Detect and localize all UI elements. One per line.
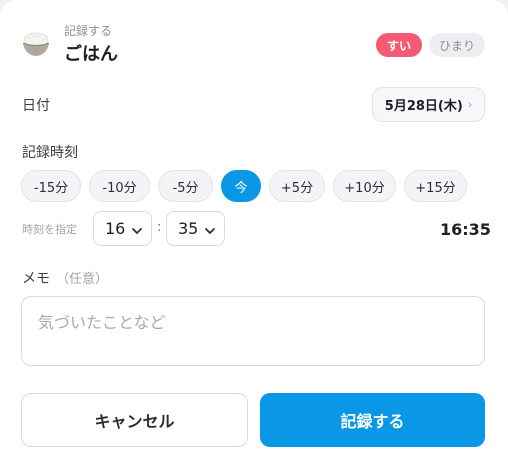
person-toggle-himari[interactable]: ひまり <box>429 33 485 57</box>
chevron-right-icon: › <box>467 98 473 111</box>
chevron-down-icon <box>204 222 216 234</box>
minus-5-button[interactable]: -5分 <box>158 170 213 202</box>
minute-select[interactable]: 35 <box>166 211 225 246</box>
memo-label-text: メモ <box>22 271 50 287</box>
date-label: 日付 <box>22 98 50 114</box>
person-toggle-sui[interactable]: すい <box>376 33 422 57</box>
chevron-down-icon <box>131 222 143 234</box>
selected-time-display: 16:35 <box>440 220 491 239</box>
hour-value: 16 <box>105 219 126 238</box>
time-label: 記録時刻 <box>22 145 78 161</box>
now-button[interactable]: 今 <box>221 170 261 202</box>
dialog-title: ごはん <box>64 44 118 65</box>
cancel-button[interactable]: キャンセル <box>21 393 248 447</box>
minus-10-button[interactable]: -10分 <box>89 170 150 202</box>
plus-15-button[interactable]: +15分 <box>404 170 467 202</box>
date-value: 5月28日(木) <box>384 99 463 114</box>
plus-5-button[interactable]: +5分 <box>269 170 325 202</box>
record-button[interactable]: 記録する <box>260 393 485 447</box>
plus-10-button[interactable]: +10分 <box>333 170 396 202</box>
memo-label: メモ （任意） <box>22 268 108 288</box>
date-picker-button[interactable]: 5月28日(木) › <box>372 87 485 122</box>
specify-time-label: 時刻を指定 <box>22 223 77 236</box>
minus-15-button[interactable]: -15分 <box>21 170 81 202</box>
time-separator: : <box>157 220 162 235</box>
memo-optional-label: （任意） <box>56 272 109 287</box>
hour-select[interactable]: 16 <box>93 211 152 246</box>
rice-bowl-icon <box>20 28 52 60</box>
memo-input[interactable] <box>21 296 485 366</box>
minute-value: 35 <box>178 219 199 238</box>
dialog-subtitle: 記録する <box>64 24 113 38</box>
record-dialog: 記録する ごはん すい ひまり 日付 5月28日(木) › 記録時刻 -15分 … <box>0 0 508 459</box>
